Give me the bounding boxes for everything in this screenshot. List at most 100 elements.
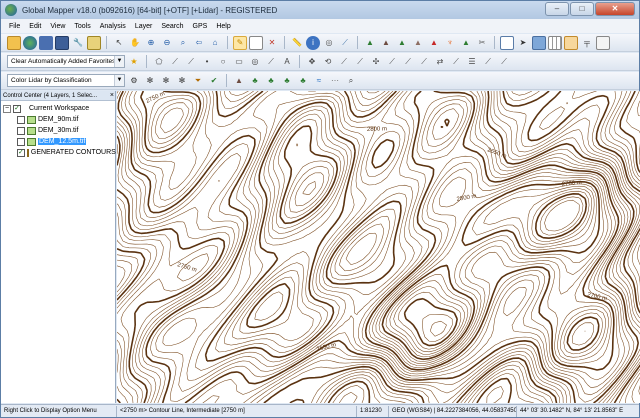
menu-layer[interactable]: Layer xyxy=(135,23,153,30)
range-ring-icon[interactable]: ◎ xyxy=(248,55,262,69)
vegetation-icon[interactable]: ♣ xyxy=(248,74,262,88)
minimize-button[interactable]: – xyxy=(545,2,569,16)
layer-row[interactable]: DEM_30m.tif xyxy=(1,125,115,136)
lidar-settings-icon[interactable]: ⚙ xyxy=(127,74,141,88)
delete-x-icon[interactable]: ✕ xyxy=(265,36,279,50)
digitizer-pencil-icon[interactable]: ✎ xyxy=(233,35,247,50)
smooth-icon[interactable]: ⟋ xyxy=(401,55,415,69)
terrain-3d-icon[interactable]: ▲ xyxy=(363,36,377,50)
measure-ruler-icon[interactable]: 📏 xyxy=(290,36,304,50)
control-center-icon[interactable] xyxy=(87,35,101,50)
lidar-filter-icon[interactable]: ✻ xyxy=(159,74,173,88)
scale-bar-icon[interactable]: ╤ xyxy=(580,36,594,50)
lidar-check-icon[interactable]: ✔ xyxy=(207,74,221,88)
layer-checkbox[interactable] xyxy=(17,115,25,124)
menu-analysis[interactable]: Analysis xyxy=(100,23,126,30)
map-view[interactable]: 2750 m 2800 m 2650 m 2700 m 2750 m 2800 m 2700… xyxy=(117,91,640,403)
lidar-search-icon[interactable]: ⌕ xyxy=(344,74,358,88)
hillshade-toggle-icon[interactable] xyxy=(564,35,578,50)
move-feature-icon[interactable]: ✥ xyxy=(305,55,319,69)
lidar-classify-icon[interactable]: ✻ xyxy=(143,74,157,88)
menu-help[interactable]: Help xyxy=(216,23,230,30)
contour-gen-icon[interactable]: ▲ xyxy=(411,36,425,50)
layers-icon[interactable] xyxy=(532,35,546,50)
map-page-icon[interactable] xyxy=(249,35,263,50)
building-icon[interactable]: ♣ xyxy=(264,74,278,88)
select-arrow-icon[interactable]: ↖ xyxy=(112,36,126,50)
star-icon[interactable]: ★ xyxy=(127,55,141,69)
layer-row[interactable]: ✓ GENERATED CONTOURS xyxy=(1,147,116,158)
globe-data-icon[interactable] xyxy=(23,35,37,50)
lock-icon[interactable]: ⟋ xyxy=(497,55,511,69)
layer-checkbox[interactable] xyxy=(17,137,25,146)
volume-icon[interactable]: ▲ xyxy=(427,36,441,50)
menu-view[interactable]: View xyxy=(50,23,65,30)
workspace-checkbox[interactable]: ✓ xyxy=(13,104,21,113)
tower-icon[interactable]: ♆ xyxy=(443,36,457,50)
north-arrow-icon[interactable]: ➤ xyxy=(516,36,530,50)
watershed-icon[interactable]: ▲ xyxy=(395,36,409,50)
create-line-icon[interactable]: ⟋ xyxy=(168,55,182,69)
powerline-icon[interactable]: ♣ xyxy=(280,74,294,88)
close-button[interactable]: ✕ xyxy=(595,2,635,16)
create-circle-icon[interactable]: ○ xyxy=(216,55,230,69)
zoom-box-icon[interactable]: ⌕ xyxy=(176,36,190,50)
pan-hand-icon[interactable]: ✋ xyxy=(128,36,142,50)
create-rect-icon[interactable]: ▭ xyxy=(232,55,246,69)
info-icon[interactable]: i xyxy=(306,35,320,50)
home-icon[interactable]: ⌂ xyxy=(208,36,222,50)
layer-checkbox[interactable]: ✓ xyxy=(17,148,25,157)
tools-icon[interactable]: 🔧 xyxy=(71,36,85,50)
find-replace-icon[interactable]: ⟋ xyxy=(449,55,463,69)
lidar-combo[interactable]: Color Lidar by Classification ▼ xyxy=(7,74,125,87)
lidar-elevation-icon[interactable]: ✻ xyxy=(175,74,189,88)
menu-tools[interactable]: Tools xyxy=(74,23,90,30)
workspace-icon[interactable] xyxy=(39,35,53,50)
style-icon[interactable]: ⟋ xyxy=(481,55,495,69)
attribute-icon[interactable]: ☰ xyxy=(465,55,479,69)
rotate-feature-icon[interactable]: ⟲ xyxy=(321,55,335,69)
menu-file[interactable]: File xyxy=(9,23,20,30)
menu-gps[interactable]: GPS xyxy=(193,23,208,30)
layer-row[interactable]: DEM_90m.tif xyxy=(1,114,115,125)
edit-vertex-icon[interactable]: ⟋ xyxy=(264,55,278,69)
simplify-icon[interactable]: ⟋ xyxy=(417,55,431,69)
water-icon[interactable]: ≈ xyxy=(312,74,326,88)
path-profile-icon[interactable]: ⟋ xyxy=(338,36,352,50)
reverse-icon[interactable]: ⇄ xyxy=(433,55,447,69)
join-icon[interactable]: ⟋ xyxy=(353,55,367,69)
save-icon[interactable] xyxy=(55,35,69,50)
zoom-out-icon[interactable]: ⊖ xyxy=(160,36,174,50)
feature-info-icon[interactable]: ◎ xyxy=(322,36,336,50)
grid-icon[interactable] xyxy=(548,35,562,50)
cut-fill-icon[interactable]: ✂ xyxy=(475,36,489,50)
favorites-combo[interactable]: Clear Automatically Added Favorites ▼ xyxy=(7,55,125,68)
create-line-alt-icon[interactable]: ⟋ xyxy=(184,55,198,69)
snap-icon[interactable]: ✣ xyxy=(369,55,383,69)
collapse-icon[interactable]: − xyxy=(3,104,11,113)
menu-edit[interactable]: Edit xyxy=(29,23,41,30)
layer-checkbox[interactable] xyxy=(17,126,25,135)
overview-window-icon[interactable] xyxy=(500,35,514,50)
legend-icon[interactable] xyxy=(596,35,610,50)
title-bar[interactable]: Global Mapper v18.0 (b092616) [64-bit] [… xyxy=(1,1,639,19)
back-arrow-icon[interactable]: ⇦ xyxy=(192,36,206,50)
text-label-icon[interactable]: A xyxy=(280,55,294,69)
create-point-icon[interactable]: • xyxy=(200,55,214,69)
workspace-row[interactable]: − ✓ Current Workspace xyxy=(1,103,115,114)
contour-map[interactable]: 2750 m2800 m2650 m2700 m2750 m2800 m2700… xyxy=(117,91,640,403)
split-icon[interactable]: ⟋ xyxy=(337,55,351,69)
lidar-funnel-icon[interactable]: ⏷ xyxy=(191,74,205,88)
maximize-button[interactable]: □ xyxy=(570,2,594,16)
viewshed-icon[interactable]: ▲ xyxy=(379,36,393,50)
create-area-icon[interactable]: ⬠ xyxy=(152,55,166,69)
ground-points-icon[interactable]: ▲ xyxy=(232,74,246,88)
breakline-icon[interactable]: ⋯ xyxy=(328,74,342,88)
zoom-in-icon[interactable]: ⊕ xyxy=(144,36,158,50)
layer-row-selected[interactable]: DEM_12.5m.tif xyxy=(1,136,115,147)
combine-terrain-icon[interactable]: ▲ xyxy=(459,36,473,50)
close-icon[interactable]: × xyxy=(110,91,114,100)
open-folder-icon[interactable] xyxy=(7,35,21,50)
buffer-icon[interactable]: ⟋ xyxy=(385,55,399,69)
menu-search[interactable]: Search xyxy=(161,23,183,30)
